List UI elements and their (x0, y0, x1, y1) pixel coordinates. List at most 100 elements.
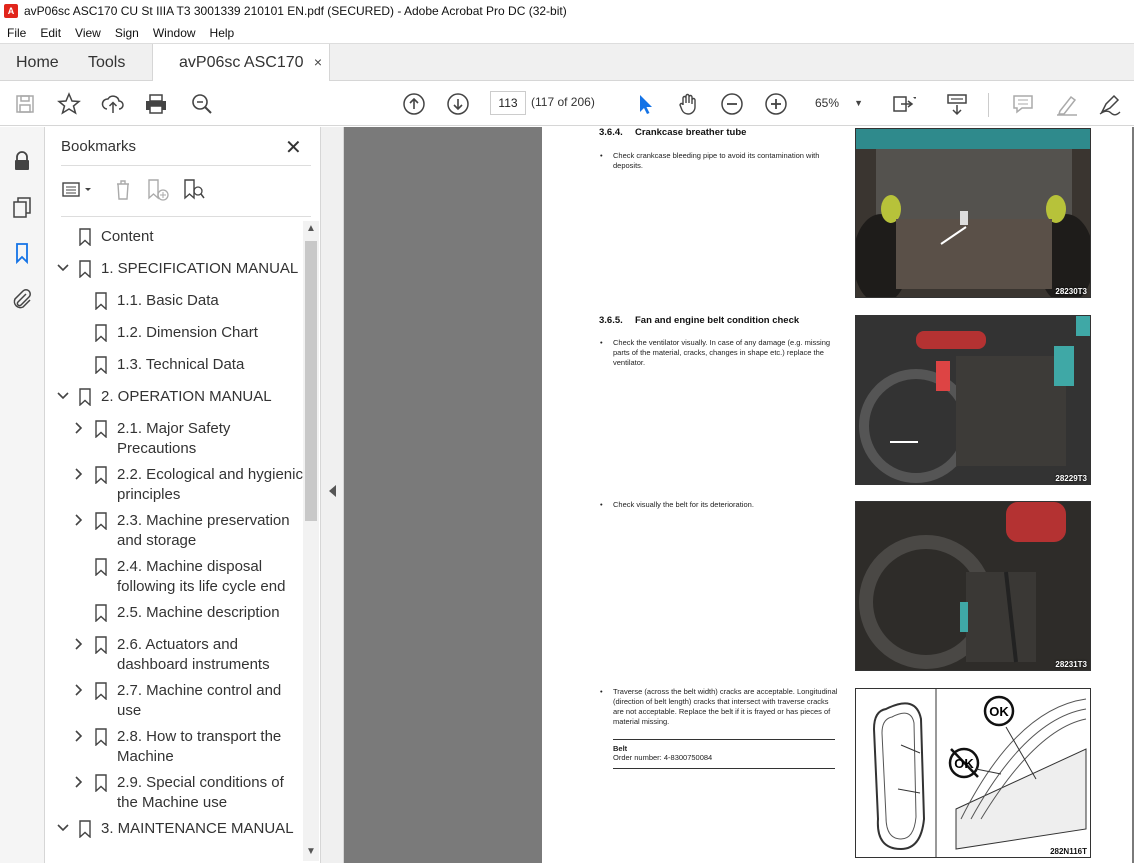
menu-edit[interactable]: Edit (33, 26, 68, 40)
new-bookmark-icon[interactable] (145, 177, 171, 203)
bullet-text: • Check visually the belt for its deteri… (600, 500, 838, 510)
scrollbar-thumb[interactable] (305, 241, 317, 521)
collapse-panel-icon[interactable] (329, 485, 336, 497)
bookmark-item[interactable]: 1. SPECIFICATION MANUAL (45, 259, 303, 283)
chevron-right-icon[interactable] (72, 729, 86, 743)
zoom-out-icon[interactable] (719, 91, 745, 117)
lock-icon[interactable] (10, 149, 34, 173)
chevron-up-icon[interactable]: ▲ (306, 223, 316, 234)
bookmark-label: Content (101, 228, 154, 245)
save-icon[interactable] (12, 91, 38, 117)
star-icon[interactable] (56, 91, 82, 117)
section-number: 3.6.4. (599, 127, 623, 138)
bookmark-item[interactable]: 1.3. Technical Data (45, 355, 303, 379)
tab-home[interactable]: Home (16, 44, 59, 82)
bookmark-item[interactable]: 1.2. Dimension Chart (45, 323, 303, 347)
tab-close-icon[interactable]: × (314, 44, 322, 81)
bookmarks-scrollbar[interactable]: ▲ ▼ (303, 221, 319, 861)
chevron-down-icon[interactable] (56, 821, 70, 835)
bookmark-flag-icon (94, 420, 108, 439)
bookmark-label: 2.6. Actuators and (117, 636, 238, 653)
bookmark-label: 2.1. Major Safety (117, 420, 231, 437)
bookmark-flag-icon (78, 260, 92, 279)
zoom-select[interactable]: 65% ▼ (807, 91, 867, 115)
bookmark-flag-icon (94, 728, 108, 747)
bookmark-label-continued: Precautions (117, 440, 197, 457)
bookmark-flag-icon (94, 292, 108, 311)
print-icon[interactable] (143, 91, 169, 117)
menu-view[interactable]: View (68, 26, 108, 40)
bookmark-item[interactable]: 2.1. Major Safety Precautions (45, 419, 303, 463)
divider (61, 216, 311, 217)
bookmark-icon[interactable] (10, 241, 34, 265)
delete-icon[interactable] (113, 177, 133, 203)
chevron-right-icon[interactable] (72, 513, 86, 527)
find-bookmark-icon[interactable] (181, 177, 207, 203)
chevron-right-icon[interactable] (72, 683, 86, 697)
chevron-down-icon[interactable]: ▼ (306, 846, 316, 857)
toolbar-separator (988, 93, 989, 117)
not-ok-label: OK (954, 756, 974, 771)
chevron-right-icon[interactable] (72, 467, 86, 481)
hand-icon[interactable] (675, 91, 701, 117)
bookmark-label: 2.9. Special conditions of (117, 774, 284, 791)
bookmark-item[interactable]: 2.2. Ecological and hygienic principles (45, 465, 303, 509)
comment-icon[interactable] (1010, 91, 1036, 117)
menu-window[interactable]: Window (146, 26, 203, 40)
bookmark-item[interactable]: 1.1. Basic Data (45, 291, 303, 315)
photo-code: 28229T3 (1055, 474, 1087, 483)
tab-document[interactable]: avP06sc ASC170 C... × (152, 44, 330, 108)
tab-bar: Home Tools avP06sc ASC170 C... × (0, 43, 1134, 108)
pages-icon[interactable] (10, 195, 34, 219)
highlight-icon[interactable] (1054, 91, 1080, 117)
bookmark-flag-icon (94, 682, 108, 701)
page-fit-icon[interactable] (890, 91, 917, 117)
bullet-text: • Check the ventilator visually. In case… (600, 338, 838, 368)
bookmark-item[interactable]: 2.8. How to transport the Machine (45, 727, 303, 771)
document-view[interactable]: 3.6.4. Crankcase breather tube • Check c… (344, 127, 1134, 863)
bookmark-label: 2.5. Machine description (117, 604, 280, 621)
close-icon[interactable]: ✕ (285, 135, 302, 160)
select-arrow-icon[interactable] (632, 91, 658, 117)
options-menu-icon[interactable] (61, 177, 95, 203)
ok-label: OK (989, 704, 1009, 719)
page-up-icon[interactable] (401, 91, 427, 117)
bookmark-item[interactable]: 2.7. Machine control and use (45, 681, 303, 725)
bookmark-item[interactable]: 2.3. Machine preservation and storage (45, 511, 303, 555)
sign-icon[interactable] (1097, 91, 1123, 117)
chevron-down-icon[interactable] (56, 261, 70, 275)
bookmark-item[interactable]: 2. OPERATION MANUAL (45, 387, 303, 411)
bookmark-label-continued: dashboard instruments (117, 656, 270, 673)
bookmark-item[interactable]: 2.9. Special conditions of the Machine us… (45, 773, 303, 817)
chevron-right-icon[interactable] (72, 637, 86, 651)
chevron-right-icon[interactable] (72, 421, 86, 435)
acrobat-app-icon: A (4, 4, 18, 18)
bookmark-item[interactable]: Content (45, 227, 303, 251)
bullet-dot: • (600, 687, 603, 696)
search-zoom-icon[interactable] (189, 91, 215, 117)
bookmark-flag-icon (78, 388, 92, 407)
menu-help[interactable]: Help (203, 26, 242, 40)
menu-sign[interactable]: Sign (108, 26, 146, 40)
panel-splitter[interactable] (320, 127, 344, 863)
upload-icon[interactable] (100, 91, 126, 117)
bookmark-item[interactable]: 3. MAINTENANCE MANUAL (45, 819, 303, 843)
scroll-mode-icon[interactable] (944, 91, 970, 117)
bookmark-flag-icon (94, 466, 108, 485)
zoom-in-icon[interactable] (763, 91, 789, 117)
bookmark-label-continued: following its life cycle end (117, 578, 286, 595)
bookmark-item[interactable]: 2.5. Machine description (45, 603, 303, 627)
chevron-right-icon[interactable] (72, 775, 86, 789)
page-down-icon[interactable] (445, 91, 471, 117)
bookmark-label-continued: Machine (117, 748, 174, 765)
chevron-down-icon[interactable] (56, 389, 70, 403)
bookmark-label-continued: the Machine use (117, 794, 228, 811)
menu-file[interactable]: File (0, 26, 33, 40)
bookmark-label: 2.7. Machine control and (117, 682, 282, 699)
page-number-input[interactable]: 113 (490, 91, 526, 115)
bookmarks-title: Bookmarks (61, 138, 137, 155)
attachment-icon[interactable] (10, 287, 34, 311)
bookmark-item[interactable]: 2.6. Actuators and dashboard instruments (45, 635, 303, 679)
tab-tools[interactable]: Tools (88, 44, 125, 82)
bookmark-item[interactable]: 2.4. Machine disposal following its life … (45, 557, 303, 601)
